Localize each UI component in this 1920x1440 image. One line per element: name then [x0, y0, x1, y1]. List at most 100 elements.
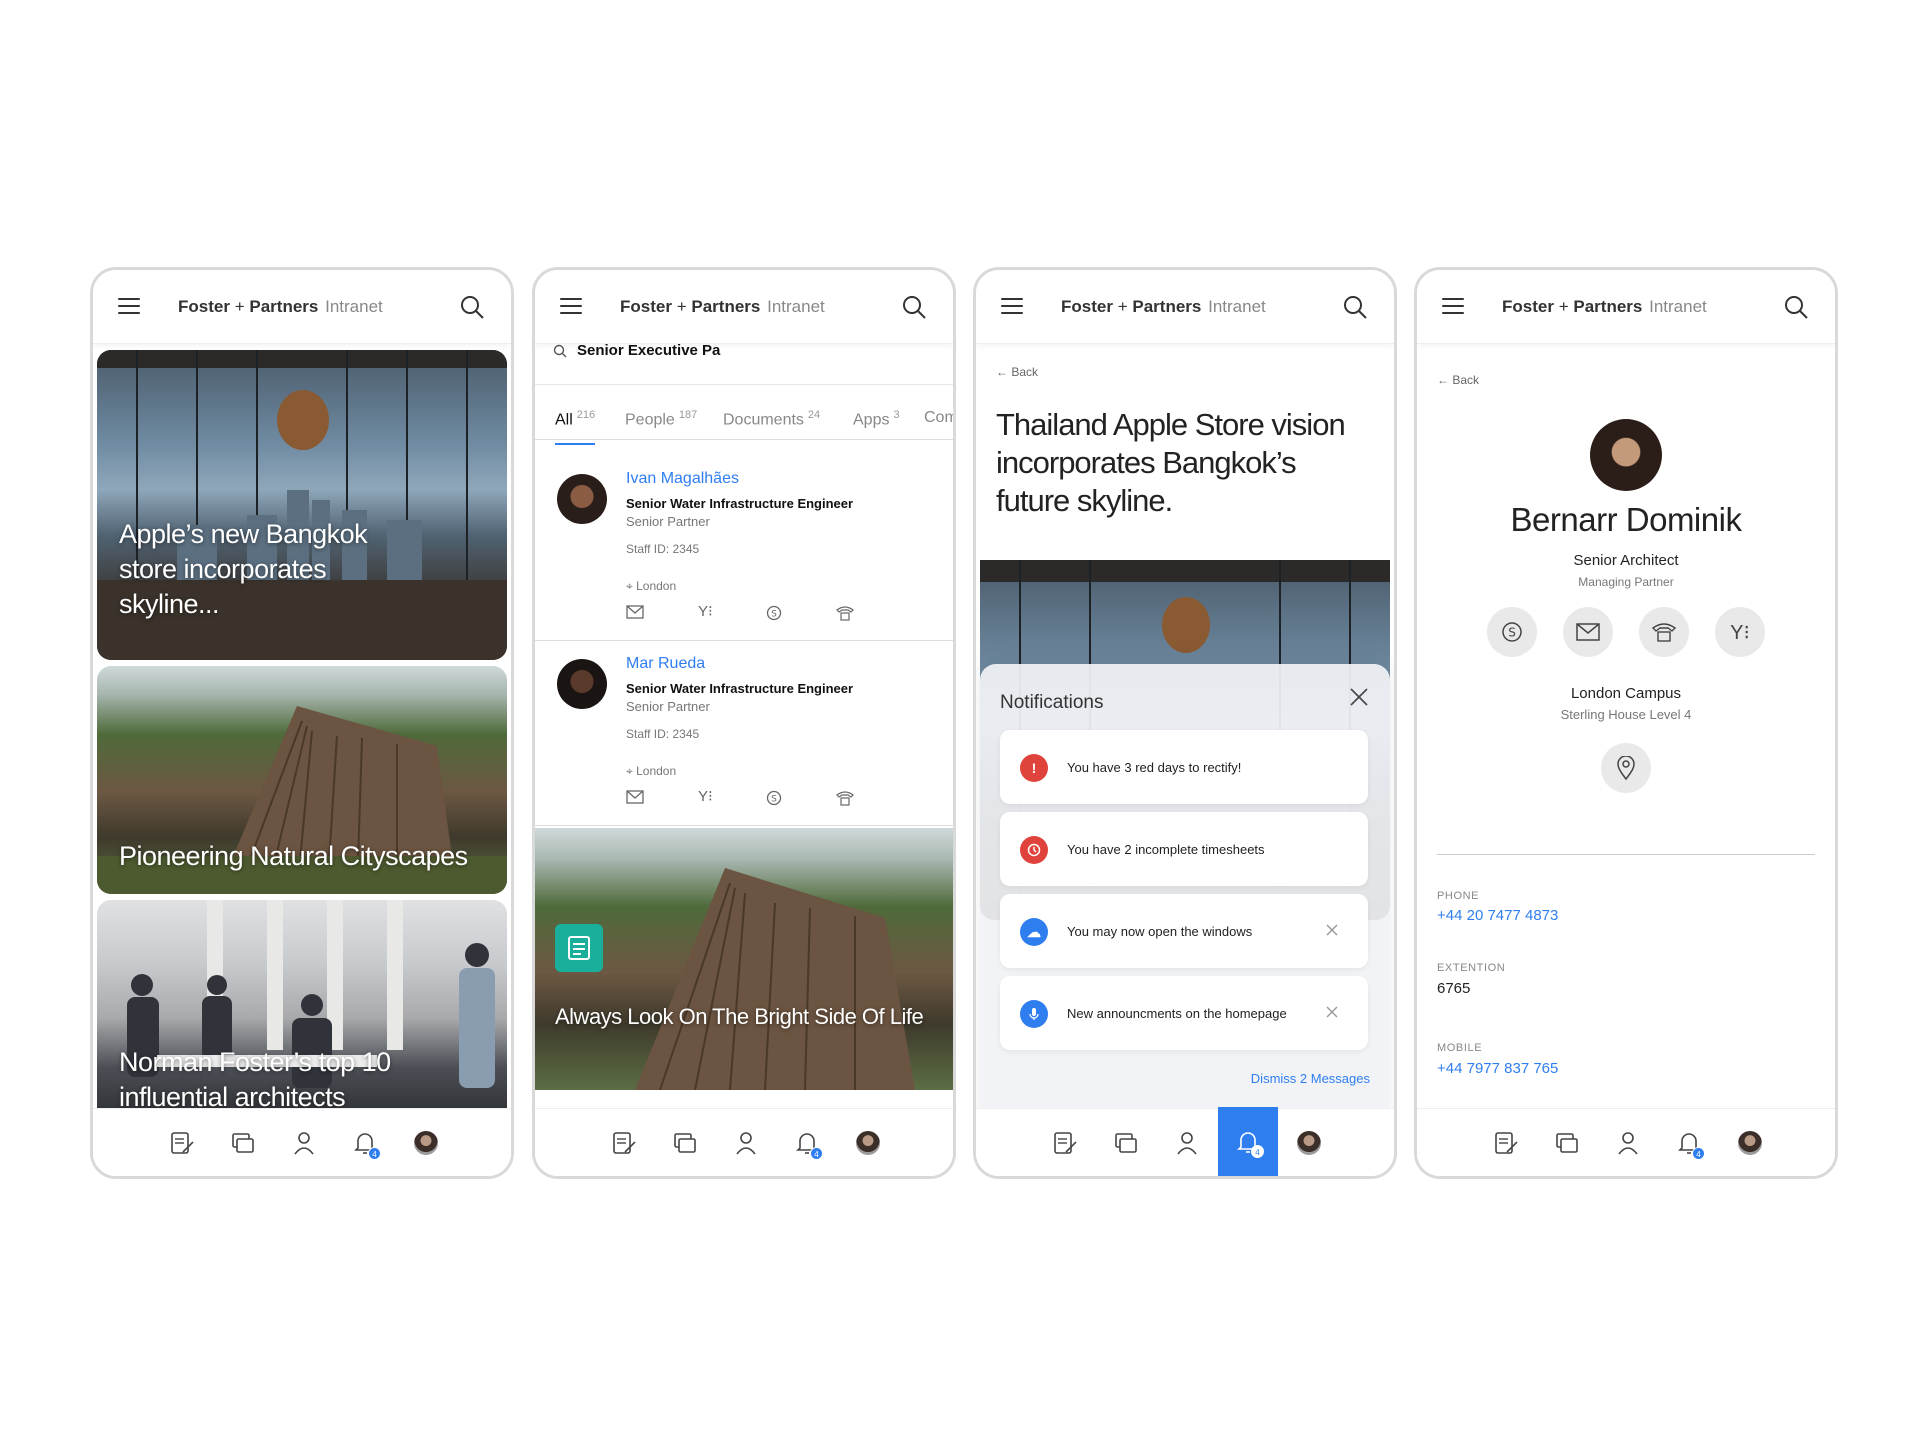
contact-actions: Y⁝ S — [626, 787, 886, 811]
back-link[interactable]: ← Back — [996, 365, 1038, 379]
nav-notifications[interactable]: 4 — [1659, 1109, 1719, 1176]
nav-documents[interactable] — [213, 1109, 273, 1176]
tab-people[interactable]: People 187 — [625, 409, 697, 429]
search-input[interactable]: Senior Executive Pa — [535, 344, 953, 374]
nav-notifications[interactable]: 4 — [777, 1109, 837, 1176]
close-icon[interactable] — [1324, 922, 1340, 938]
nav-profile[interactable] — [396, 1109, 456, 1176]
mobile-number[interactable]: +44 7977 837 765 — [1437, 1060, 1558, 1077]
article-title: Thailand Apple Store vision incorporates… — [996, 407, 1346, 518]
notification-item[interactable]: ☁ You may now open the windows — [1000, 894, 1368, 968]
brand-title: Foster + Partners Intranet — [620, 297, 825, 316]
person-name[interactable]: Ivan Magalhães — [626, 470, 739, 488]
top-bar: Foster + Partners Intranet — [976, 270, 1394, 344]
search-icon[interactable] — [1783, 294, 1809, 320]
notification-text: You have 2 incomplete timesheets — [1067, 842, 1265, 857]
extension-number: 6765 — [1437, 980, 1471, 997]
documents-icon — [674, 1133, 696, 1153]
card-title: Apple’s new Bangkok store incorporates s… — [119, 519, 368, 619]
nav-people[interactable] — [274, 1109, 334, 1176]
phone-icon[interactable] — [836, 605, 854, 626]
notification-item[interactable]: You have 2 incomplete timesheets — [1000, 812, 1368, 886]
search-icon[interactable] — [1342, 294, 1368, 320]
mobile-label: MOBILE — [1437, 1042, 1483, 1054]
campus-name: London Campus — [1570, 685, 1682, 702]
nav-news[interactable] — [1476, 1109, 1536, 1176]
nav-profile[interactable] — [838, 1109, 898, 1176]
nav-notifications[interactable]: 4 — [1218, 1107, 1278, 1176]
email-button[interactable] — [1563, 607, 1613, 657]
menu-icon[interactable] — [560, 298, 582, 314]
skype-button[interactable]: S — [1487, 607, 1537, 657]
skype-icon[interactable]: S — [766, 790, 782, 811]
news-icon — [1054, 1132, 1077, 1154]
news-card[interactable]: Norman Foster’s top 10 influential archi… — [97, 900, 507, 1111]
person-result[interactable]: Ivan Magalhães Senior Water Infrastructu… — [535, 456, 953, 641]
person-location: ⌖ London — [626, 764, 677, 778]
location-pin-icon — [1617, 756, 1635, 780]
tab-all[interactable]: All 216 — [555, 409, 596, 446]
contact-actions: Y⁝ S — [626, 602, 886, 626]
nav-profile[interactable] — [1720, 1109, 1780, 1176]
phone-article-notifications: Foster + Partners Intranet ← Back Thaila… — [973, 267, 1397, 1179]
nav-documents[interactable] — [1537, 1109, 1597, 1176]
notification-badge: 4 — [368, 1147, 381, 1160]
person-result[interactable]: Mar Rueda Senior Water Infrastructure En… — [535, 641, 953, 826]
notification-item[interactable]: ! You have 3 red days to rectify! — [1000, 730, 1368, 804]
yammer-icon[interactable]: Y⁝ — [698, 787, 713, 805]
top-bar: Foster + Partners Intranet — [93, 270, 511, 344]
nav-people[interactable] — [1598, 1109, 1658, 1176]
mail-icon[interactable] — [626, 790, 644, 809]
notification-text: You have 3 red days to rectify! — [1067, 760, 1242, 775]
avatar — [856, 1131, 880, 1155]
divider — [1437, 854, 1815, 855]
phone-number[interactable]: +44 20 7477 4873 — [1437, 907, 1558, 924]
nav-people[interactable] — [716, 1109, 776, 1176]
mail-icon[interactable] — [626, 605, 644, 624]
nav-documents[interactable] — [655, 1109, 715, 1176]
news-card[interactable]: Pioneering Natural Cityscapes — [97, 666, 507, 894]
notification-badge: 4 — [1692, 1147, 1705, 1160]
yammer-icon[interactable]: Y⁝ — [698, 602, 713, 620]
card-title: Norman Foster’s top 10 influential archi… — [119, 1047, 391, 1111]
map-button[interactable] — [1601, 743, 1651, 793]
close-icon[interactable] — [1346, 684, 1372, 710]
close-icon[interactable] — [1324, 1004, 1340, 1020]
nav-notifications[interactable]: 4 — [335, 1109, 395, 1176]
nav-news[interactable] — [1035, 1109, 1095, 1176]
nav-documents[interactable] — [1096, 1109, 1156, 1176]
person-role: Senior Water Infrastructure Engineer — [626, 496, 854, 511]
person-level: Senior Partner — [626, 514, 710, 529]
nav-news[interactable] — [152, 1109, 212, 1176]
tab-apps[interactable]: Apps 3 — [853, 409, 900, 429]
phone-news-feed: Foster + Partners Intranet Apple’s new B… — [90, 267, 514, 1179]
nav-news[interactable] — [594, 1109, 654, 1176]
menu-icon[interactable] — [1442, 298, 1464, 314]
tab-communities[interactable]: Com — [924, 409, 953, 427]
top-bar: Foster + Partners Intranet — [535, 270, 953, 344]
top-bar: Foster + Partners Intranet — [1417, 270, 1835, 344]
person-name[interactable]: Mar Rueda — [626, 655, 705, 673]
search-icon[interactable] — [901, 294, 927, 320]
yammer-button[interactable]: Y⁝ — [1715, 607, 1765, 657]
call-button[interactable] — [1639, 607, 1689, 657]
phone-icon[interactable] — [836, 790, 854, 811]
notification-item[interactable]: New announcments on the homepage — [1000, 976, 1368, 1050]
menu-icon[interactable] — [118, 298, 140, 314]
dismiss-messages-link[interactable]: Dismiss 2 Messages — [1251, 1071, 1370, 1086]
nav-people[interactable] — [1157, 1109, 1217, 1176]
bottom-nav: 4 — [976, 1107, 1394, 1176]
notification-text: You may now open the windows — [1067, 924, 1253, 939]
person-location: ⌖ London — [626, 579, 677, 593]
phone-icon — [1652, 623, 1676, 642]
notification-text: New announcments on the homepage — [1067, 1006, 1287, 1021]
tab-documents[interactable]: Documents 24 — [723, 409, 820, 429]
news-card[interactable]: Apple’s new Bangkok store incorporates s… — [97, 350, 507, 660]
menu-icon[interactable] — [1001, 298, 1023, 314]
skype-icon[interactable]: S — [766, 605, 782, 626]
back-link[interactable]: ← Back — [1437, 373, 1479, 387]
document-card[interactable]: Always Look On The Bright Side Of Life — [535, 828, 953, 1090]
nav-profile[interactable] — [1279, 1109, 1339, 1176]
search-icon[interactable] — [459, 294, 485, 320]
arrow-left-icon: ← — [996, 365, 1008, 379]
